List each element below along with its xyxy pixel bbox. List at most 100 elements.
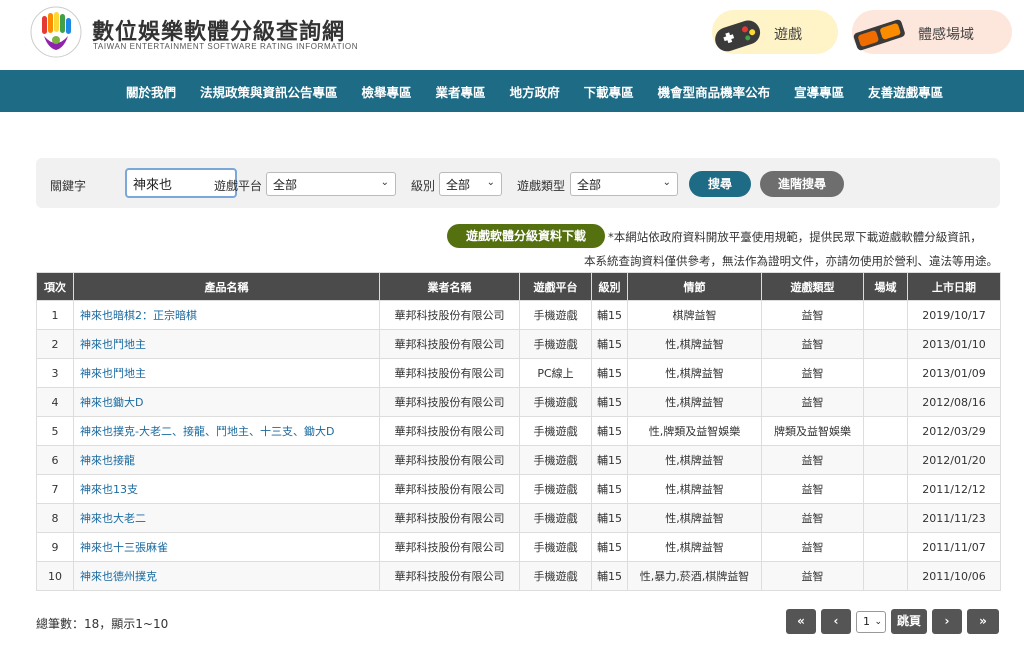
column-header: 級別 [591, 272, 628, 301]
table-cell: 益智 [761, 532, 864, 562]
table-cell [863, 300, 908, 330]
table-row: 6 神來也接龍 華邦科技股份有限公司 手機遊戲 輔15 性,棋牌益智 益智 2012/01/2… [36, 445, 1001, 475]
rating-label: 級別 [411, 179, 436, 193]
table-cell: 手機遊戲 [519, 416, 592, 446]
table-body: 1 神來也暗棋2：正宗暗棋 華邦科技股份有限公司 手機遊戲 輔15 棋牌益智 益智 2019/… [36, 300, 1001, 591]
table-row: 8 神來也大老二 華邦科技股份有限公司 手機遊戲 輔15 性,棋牌益智 益智 2011/11/… [36, 503, 1001, 533]
gamepad-icon [715, 20, 761, 52]
column-header: 場域 [863, 272, 908, 301]
prev-page-button[interactable]: ‹ [821, 609, 851, 634]
table-cell: 輔15 [591, 532, 628, 562]
chevron-down-icon: ⌄ [874, 617, 882, 627]
nav-item[interactable]: 機會型商品機率公布 [658, 82, 771, 101]
games-link[interactable]: 遊戲 [712, 10, 838, 54]
jump-page-button[interactable]: 跳頁 [891, 609, 927, 634]
table-cell: 2011/11/07 [907, 532, 1001, 562]
table-cell [863, 387, 908, 417]
nav-item[interactable]: 業者專區 [436, 82, 486, 101]
product-name-link[interactable]: 神來也鋤大D [73, 387, 380, 417]
table-cell [863, 474, 908, 504]
table-row: 2 神來也鬥地主 華邦科技股份有限公司 手機遊戲 輔15 性,棋牌益智 益智 2013/01/… [36, 329, 1001, 359]
nav-item[interactable]: 檢舉專區 [362, 82, 412, 101]
platform-select[interactable]: 全部 ⌄ [266, 172, 396, 196]
table-cell: 1 [36, 300, 74, 330]
vr-venue-label: 體感場域 [918, 27, 974, 43]
column-header: 遊戲平台 [519, 272, 592, 301]
column-header: 上市日期 [907, 272, 1001, 301]
table-cell: 2013/01/09 [907, 358, 1001, 388]
table-cell: 性,棋牌益智 [627, 358, 762, 388]
column-header: 遊戲類型 [761, 272, 864, 301]
table-cell: 手機遊戲 [519, 474, 592, 504]
table-row: 5 神來也撲克-大老二、接龍、鬥地主、十三支、鋤大D 華邦科技股份有限公司 手機遊戲輔… [36, 416, 1001, 446]
next-page-button[interactable]: › [932, 609, 962, 634]
product-name-link[interactable]: 神來也德州撲克 [73, 561, 380, 591]
table-cell: 手機遊戲 [519, 445, 592, 475]
page-value: 1 [863, 615, 870, 628]
table-cell: 性,暴力,菸酒,棋牌益智 [627, 561, 762, 591]
product-name-link[interactable]: 神來也接龍 [73, 445, 380, 475]
table-cell: 棋牌益智 [627, 300, 762, 330]
table-cell: 輔15 [591, 300, 628, 330]
table-cell: 2013/01/10 [907, 329, 1001, 359]
product-name-link[interactable]: 神來也撲克-大老二、接龍、鬥地主、十三支、鋤大D [73, 416, 380, 446]
product-name-link[interactable]: 神來也暗棋2：正宗暗棋 [73, 300, 380, 330]
table-cell [863, 416, 908, 446]
product-name-link[interactable]: 神來也鬥地主 [73, 358, 380, 388]
last-page-button[interactable]: » [967, 609, 999, 634]
table-cell: 華邦科技股份有限公司 [379, 416, 520, 446]
table-cell: 3 [36, 358, 74, 388]
table-cell: 9 [36, 532, 74, 562]
table-cell: 手機遊戲 [519, 329, 592, 359]
table-cell: 輔15 [591, 329, 628, 359]
table-cell: 益智 [761, 300, 864, 330]
table-cell: 華邦科技股份有限公司 [379, 329, 520, 359]
table-row: 7 神來也13支 華邦科技股份有限公司 手機遊戲 輔15 性,棋牌益智 益智 2011/12/… [36, 474, 1001, 504]
keyword-label: 關鍵字 [50, 179, 87, 193]
table-row: 1 神來也暗棋2：正宗暗棋 華邦科技股份有限公司 手機遊戲 輔15 棋牌益智 益智 2019/… [36, 300, 1001, 330]
nav-item[interactable]: 下載專區 [584, 82, 634, 101]
table-cell: 益智 [761, 561, 864, 591]
page-select[interactable]: 1 ⌄ [856, 611, 886, 633]
table-cell: 輔15 [591, 387, 628, 417]
site-logo-icon[interactable] [30, 6, 82, 58]
product-name-link[interactable]: 神來也大老二 [73, 503, 380, 533]
genre-select[interactable]: 全部 ⌄ [570, 172, 678, 196]
table-cell: 益智 [761, 445, 864, 475]
table-header-row: 項次 產品名稱 業者名稱 遊戲平台 級別 情節 遊戲類型 場域 上市日期 [36, 272, 1001, 301]
table-cell: 華邦科技股份有限公司 [379, 503, 520, 533]
column-header: 業者名稱 [379, 272, 520, 301]
table-cell: 手機遊戲 [519, 387, 592, 417]
product-name-link[interactable]: 神來也鬥地主 [73, 329, 380, 359]
table-cell: 手機遊戲 [519, 532, 592, 562]
table-cell: 2012/03/29 [907, 416, 1001, 446]
table-cell: 輔15 [591, 445, 628, 475]
chevron-down-icon: ⌄ [380, 177, 389, 188]
table-cell: 10 [36, 561, 74, 591]
rating-data-download-button[interactable]: 遊戲軟體分級資料下載 [447, 224, 605, 248]
table-cell: 2011/11/23 [907, 503, 1001, 533]
table-cell: 8 [36, 503, 74, 533]
nav-item[interactable]: 關於我們 [126, 82, 176, 101]
main-nav: 關於我們 法規政策與資訊公告專區 檢舉專區 業者專區 地方政府 下載專區 機會型商品機率公布… [0, 70, 1024, 112]
nav-item[interactable]: 友善遊戲專區 [868, 82, 943, 101]
product-name-link[interactable]: 神來也十三張麻雀 [73, 532, 380, 562]
table-cell: 7 [36, 474, 74, 504]
search-button[interactable]: 搜尋 [689, 171, 751, 197]
nav-item[interactable]: 法規政策與資訊公告專區 [200, 82, 338, 101]
table-cell: 益智 [761, 474, 864, 504]
table-cell: 益智 [761, 387, 864, 417]
table-cell: 華邦科技股份有限公司 [379, 300, 520, 330]
vr-venue-link[interactable]: 體感場域 [852, 10, 1012, 54]
advanced-search-button[interactable]: 進階搜尋 [760, 171, 844, 197]
table-cell: 華邦科技股份有限公司 [379, 387, 520, 417]
first-page-button[interactable]: « [786, 609, 816, 634]
table-cell: PC線上 [519, 358, 592, 388]
nav-item[interactable]: 地方政府 [510, 82, 560, 101]
rating-select[interactable]: 全部 ⌄ [439, 172, 502, 196]
platform-value: 全部 [273, 178, 298, 192]
nav-item[interactable]: 宣導專區 [794, 82, 844, 101]
product-name-link[interactable]: 神來也13支 [73, 474, 380, 504]
table-cell: 益智 [761, 358, 864, 388]
table-cell: 手機遊戲 [519, 503, 592, 533]
